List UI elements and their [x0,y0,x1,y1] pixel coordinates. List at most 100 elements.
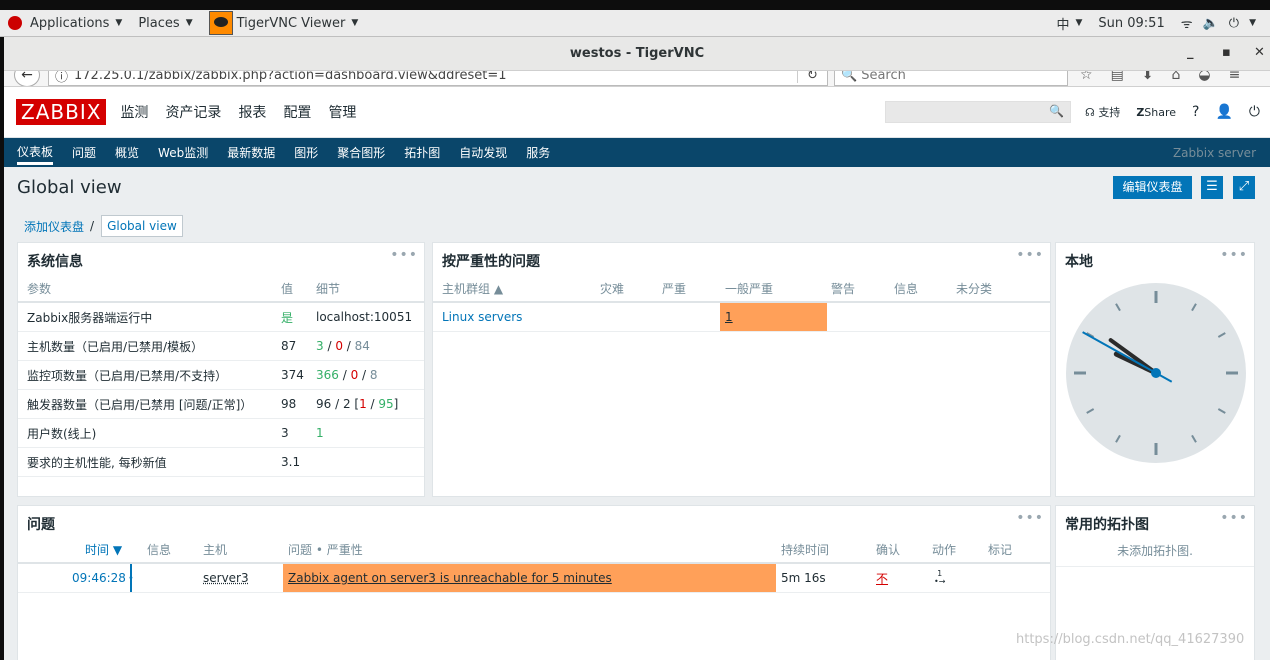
volume-icon: 🔈 [1202,15,1219,31]
row-value: 374 [281,368,304,382]
clock-center [1151,368,1161,378]
no-maps-text: 未添加拓扑图. [1117,544,1193,558]
header-host-group[interactable]: 主机群组 ▲ [442,275,503,301]
system-menu[interactable]: ᯤ 🔈 ⏻ ▼ [1181,14,1256,33]
row-value: 3.1 [281,455,301,469]
widget-menu-icon[interactable]: ••• [390,247,418,263]
url-bar[interactable]: ⓘ 172.25.0.1/zabbix/zabbix.php?action=da… [48,71,828,86]
problem-actions[interactable]: 1 •→ [934,564,945,592]
widget-title: 问题 [27,517,55,533]
main-menu-item[interactable]: 资产记录 [165,102,221,122]
chevron-down-icon: ▼ [351,18,359,28]
reload-icon[interactable]: ↻ [797,71,827,83]
sub-menu-item[interactable]: 自动发现 [459,144,507,161]
support-label: 支持 [1098,106,1121,119]
enabled-count: 3 [316,339,324,353]
share-link[interactable]: ZShare [1136,106,1176,119]
problem-host[interactable]: server3 [203,564,249,592]
sub-menu-item-dashboard[interactable]: 仪表板 [17,143,54,165]
action-arrow-icon: •→ [934,577,946,586]
chevron-down-icon: ▼ [185,18,193,28]
problem-ack-link[interactable]: 不 [876,564,888,592]
widget-menu-icon[interactable]: ••• [1016,247,1044,263]
zabbix-logo[interactable]: ZABBIX [16,99,107,125]
sub-menu-item[interactable]: 聚合图形 [337,144,385,161]
search-icon: 🔍 [841,71,858,83]
header-details: 细节 [316,281,341,296]
table-row: Zabbix服务器端运行中 是 localhost:10051 [18,303,424,332]
minimize-button[interactable]: _ [1187,45,1194,60]
menu-icon[interactable]: ≡ [1229,71,1241,83]
header-average: 一般严重 [725,281,774,296]
widget-menu-icon[interactable]: ••• [1220,247,1248,263]
close-button[interactable]: ✕ [1254,45,1265,60]
fullscreen-button[interactable]: ⤢ [1233,176,1255,199]
applications-menu[interactable]: Applications ▼ [8,16,122,31]
url-text: 172.25.0.1/zabbix/zabbix.php?action=dash… [74,71,507,83]
browser-search-input[interactable]: 🔍 Search [834,71,1068,86]
trigger-suffix: ] [393,397,399,411]
breadcrumb-parent[interactable]: 添加仪表盘 [24,218,84,235]
problem-duration: 5m 16s [781,571,826,585]
average-count-cell[interactable]: 1 [720,303,827,331]
redhat-logo-icon [8,16,22,30]
problem-time[interactable]: 09:46:28 [72,564,126,592]
row-param: 用户数(线上) [27,426,97,441]
home-icon[interactable]: ⌂ [1172,71,1181,83]
bookmark-star-icon[interactable]: ☆ [1080,71,1093,83]
analog-clock [1062,279,1250,467]
breadcrumb-current[interactable]: Global view [101,215,183,237]
main-menu-item[interactable]: 监测 [120,102,148,122]
maximize-button[interactable]: ▪ [1222,45,1231,60]
pocket-icon[interactable]: ◒ [1198,71,1210,83]
row-detail: 3 / 0 / 84 [316,339,370,353]
row-param: 要求的主机性能, 每秒新值 [27,455,167,470]
back-button[interactable]: ← [14,71,40,86]
support-link[interactable]: ☊ 支持 [1085,104,1120,120]
places-menu[interactable]: Places ▼ [138,16,192,31]
sub-menu-item[interactable]: 拓扑图 [404,144,440,161]
download-icon[interactable]: ⬇ [1142,71,1154,83]
library-icon[interactable]: ▤ [1111,71,1124,83]
table-header: 时间 ▼ 信息 主机 问题 • 严重性 持续时间 确认 动作 标记 [18,536,1050,564]
app-menu[interactable]: TigerVNC Viewer ▼ [208,11,359,35]
power-icon: ⏻ [1228,15,1240,31]
sub-menu-item[interactable]: 服务 [526,144,550,161]
sub-menu-item[interactable]: Web监测 [158,144,208,161]
main-menu-item[interactable]: 管理 [328,102,356,122]
widget-title: 本地 [1065,254,1093,270]
clock-menu[interactable]: Sun 09:51 [1098,16,1164,31]
widget-title: 常用的拓扑图 [1065,517,1149,533]
header-disaster: 灾难 [600,281,625,296]
search-icon[interactable]: 🔍 [1049,104,1064,118]
server-name: Zabbix server [1172,145,1256,160]
logout-icon[interactable]: ⏻ [1249,104,1260,120]
header-time[interactable]: 时间 ▼ [85,536,122,562]
zabbix-header: ZABBIX 监测 资产记录 报表 配置 管理 🔍 ☊ 支持 ZShare ? … [4,87,1270,138]
sub-menu-item[interactable]: 图形 [294,144,318,161]
zabbix-app: ZABBIX 监测 资产记录 报表 配置 管理 🔍 ☊ 支持 ZShare ? … [4,87,1270,660]
clock-face [1066,283,1246,463]
widget-menu-icon[interactable]: ••• [1220,510,1248,526]
main-menu-item[interactable]: 配置 [283,102,311,122]
problem-description[interactable]: Zabbix agent on server3 is unreachable f… [283,564,776,592]
widget-menu-icon[interactable]: ••• [1016,510,1044,526]
sub-menu-item[interactable]: 概览 [115,144,139,161]
main-menu: 监测 资产记录 报表 配置 管理 [120,102,373,122]
help-link[interactable]: ? [1192,104,1199,120]
places-label: Places [138,15,180,31]
table-row: 主机数量（已启用/已禁用/模板） 87 3 / 0 / 84 [18,332,424,361]
zabbix-search-input[interactable]: 🔍 [885,101,1072,123]
sub-menu-item[interactable]: 问题 [72,144,96,161]
user-profile-icon[interactable]: 👤 [1215,104,1232,120]
input-method-menu[interactable]: 中 ▼ [1056,14,1082,33]
dashboard-actions-button[interactable]: ☰ [1201,176,1223,199]
main-menu-item[interactable]: 报表 [238,102,266,122]
host-group-link[interactable]: Linux servers [442,303,522,331]
disabled-count: 0 [335,339,343,353]
sub-menu-item[interactable]: 最新数据 [227,144,275,161]
row-value: 87 [281,339,297,353]
edit-dashboard-button[interactable]: 编辑仪表盘 [1113,176,1192,199]
header-problem: 问题 • 严重性 [288,542,363,557]
header-info: 信息 [147,542,172,557]
